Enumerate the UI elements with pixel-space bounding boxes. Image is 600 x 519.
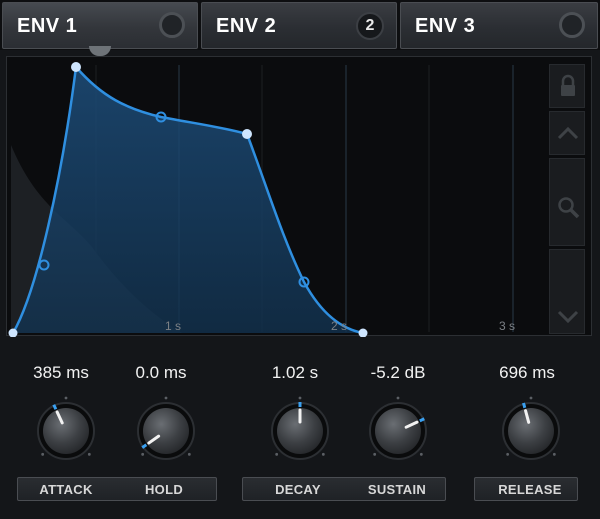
knob-tick [506, 452, 510, 456]
tab-env-1-label: ENV 1 [17, 15, 78, 37]
envelope-graph[interactable]: 1 s 2 s 3 s [6, 56, 593, 337]
sustain-value: -5.2 dB [370, 363, 426, 382]
knob-value-indicator [419, 417, 425, 423]
scroll-up-button[interactable] [549, 111, 585, 155]
decay-value: 1.02 s [271, 363, 319, 382]
release-knob-graphic [502, 396, 560, 460]
modulation-count-badge: 2 [356, 12, 384, 40]
sustain-label: SUSTAIN [367, 482, 427, 497]
time-label-1s: 1 s [165, 319, 181, 333]
sustain-node[interactable] [242, 129, 252, 139]
zoom-button[interactable] [549, 158, 585, 246]
tab-env-2[interactable]: ENV 2 2 [201, 2, 397, 49]
knob-body [43, 408, 89, 454]
hold-knob-graphic [137, 396, 195, 460]
tab-pointer-icon [89, 46, 111, 56]
release-knob[interactable] [491, 395, 571, 467]
envelope-graph-svg[interactable]: 1 s 2 s 3 s [7, 57, 593, 337]
time-label-3s: 3 s [499, 319, 515, 333]
lock-button[interactable] [549, 64, 585, 108]
knob-tick [298, 396, 302, 400]
sustain-knob-graphic [369, 396, 427, 460]
knob-tick [41, 452, 45, 456]
knob-body [143, 408, 189, 454]
modulation-ring-icon [559, 12, 585, 38]
release-label: RELEASE [498, 482, 562, 497]
knob-tick [164, 396, 168, 400]
time-label-2s: 2 s [331, 319, 347, 333]
knob-tick [141, 452, 145, 456]
knob-value-indicator [52, 404, 58, 410]
hold-label: HOLD [144, 482, 184, 497]
magnifier-icon [558, 197, 580, 219]
knob-tick [275, 452, 279, 456]
attack-knob[interactable] [26, 395, 106, 467]
chevron-up-icon [557, 126, 579, 140]
graph-sidebar [547, 64, 587, 334]
tab-env-1[interactable]: ENV 1 [2, 2, 198, 56]
scroll-down-button[interactable] [549, 249, 585, 334]
attack-label: ATTACK [39, 482, 93, 497]
tab-env-3-label: ENV 3 [415, 15, 476, 37]
hold-value: 0.0 ms [135, 363, 187, 382]
chevron-down-icon [557, 310, 579, 324]
knob-tick [396, 396, 400, 400]
knob-tick [552, 452, 556, 456]
knob-tick [373, 452, 377, 456]
knob-tick [529, 396, 533, 400]
attack-value: 385 ms [33, 363, 89, 382]
knob-tick [321, 452, 325, 456]
attack-node[interactable] [71, 62, 81, 72]
decay-label: DECAY [275, 482, 321, 497]
release-value: 696 ms [499, 363, 555, 382]
decay-knob-graphic [271, 396, 329, 460]
knob-body [375, 408, 421, 454]
release-node[interactable] [358, 328, 368, 338]
envelope-tab-bar: ENV 1 ENV 2 2 ENV 3 [0, 0, 600, 56]
lock-icon [561, 74, 575, 96]
hold-knob[interactable] [126, 395, 206, 467]
sustain-knob[interactable] [358, 395, 438, 467]
tab-env-2-label: ENV 2 [216, 15, 277, 37]
knob-value-indicator [522, 402, 527, 409]
decay-knob[interactable] [260, 395, 340, 467]
knob-body [508, 408, 554, 454]
modulation-ring-icon [159, 12, 185, 38]
tab-env-3[interactable]: ENV 3 [400, 2, 598, 49]
knob-tick [87, 452, 91, 456]
knob-tick [64, 396, 68, 400]
knob-tick [419, 452, 423, 456]
attack-knob-graphic [37, 396, 95, 460]
knob-tick [187, 452, 191, 456]
